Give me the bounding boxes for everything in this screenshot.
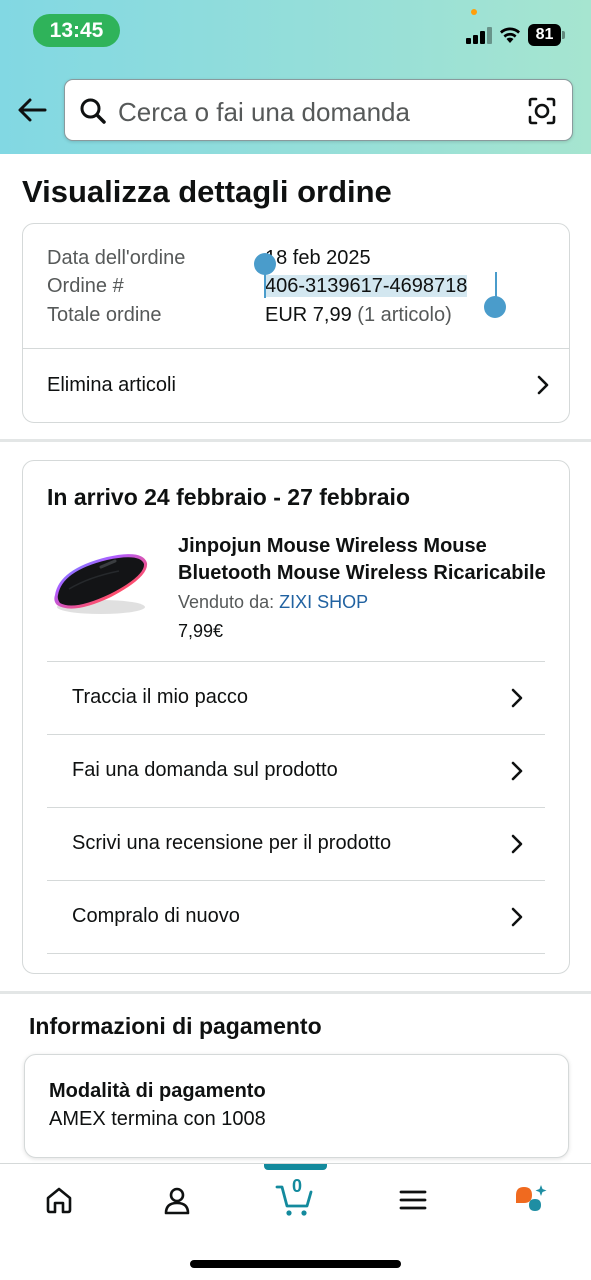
order-number-row: Ordine # 406-3139617-4698718 — [47, 273, 468, 299]
delete-items-label: Elimina articoli — [47, 374, 176, 396]
action-label: Compralo di nuovo — [72, 905, 240, 927]
battery-icon: 81 — [528, 24, 566, 46]
tab-rufus[interactable] — [500, 1178, 560, 1222]
battery-level: 81 — [528, 24, 561, 46]
delivery-estimate: In arrivo 24 febbraio - 27 febbraio — [47, 484, 410, 510]
chevron-right-icon — [511, 761, 523, 781]
action-label: Fai una domanda sul prodotto — [72, 759, 338, 781]
cart-count: 0 — [291, 1176, 302, 1196]
chevron-right-icon — [511, 907, 523, 927]
menu-icon — [399, 1190, 427, 1210]
section-separator — [0, 439, 591, 442]
rufus-icon — [516, 1185, 547, 1211]
home-indicator — [190, 1260, 401, 1268]
divider — [47, 953, 545, 954]
order-total-label: Totale ordine — [47, 304, 162, 326]
back-button[interactable] — [14, 92, 50, 128]
order-date-value: 18 feb 2025 — [265, 247, 371, 269]
product-image[interactable] — [49, 547, 153, 619]
tab-account[interactable] — [147, 1178, 207, 1222]
wifi-icon — [500, 27, 520, 43]
write-review-row[interactable]: Scrivi una recensione per il prodotto — [47, 807, 545, 880]
back-arrow-icon — [18, 98, 47, 122]
chevron-right-icon — [511, 834, 523, 854]
order-summary-card: Data dell'ordine 18 feb 2025 Ordine # 40… — [22, 223, 570, 423]
shipment-card: In arrivo 24 febbraio - 27 febbraio Jinp… — [22, 460, 570, 974]
order-date-row: Data dell'ordine 18 feb 2025 — [47, 245, 371, 271]
product-title-line2[interactable]: Bluetooth Mouse Wireless Ricaricabile — [178, 560, 548, 587]
seller-info: Venduto da: ZIXI SHOP — [178, 590, 368, 614]
order-number-label: Ordine # — [47, 275, 124, 297]
chevron-right-icon — [511, 688, 523, 708]
active-tab-indicator — [264, 1164, 327, 1170]
delete-items-link[interactable]: Elimina articoli — [23, 348, 569, 422]
ask-question-row[interactable]: Fai una domanda sul prodotto — [47, 734, 545, 807]
tab-cart[interactable]: 0 — [265, 1176, 325, 1222]
order-date-label: Data dell'ordine — [47, 247, 186, 269]
action-label: Traccia il mio pacco — [72, 686, 248, 708]
home-icon — [46, 1187, 72, 1214]
payment-method-label: Modalità di pagamento — [49, 1080, 266, 1102]
tab-home[interactable] — [29, 1178, 89, 1222]
order-total-row: Totale ordine EUR 7,99 (1 articolo) — [47, 302, 452, 328]
search-bar[interactable]: Cerca o fai una domanda — [64, 79, 573, 141]
payment-method-value: AMEX termina con 1008 — [49, 1108, 266, 1130]
cellular-signal-icon — [466, 27, 492, 44]
action-label: Scrivi una recensione per il prodotto — [72, 832, 392, 854]
account-icon — [164, 1187, 190, 1215]
payment-method-card[interactable]: Modalità di pagamento AMEX termina con 1… — [24, 1054, 569, 1158]
buy-again-row[interactable]: Compralo di nuovo — [47, 880, 545, 953]
selection-end-caret — [495, 272, 497, 298]
order-number-value[interactable]: 406-3139617-4698718 — [265, 275, 468, 297]
chevron-right-icon — [537, 375, 549, 395]
seller-label: Venduto da: — [178, 592, 275, 612]
order-total-value: EUR 7,99 — [265, 304, 352, 326]
camera-lens-icon[interactable] — [527, 96, 557, 126]
page-title: Visualizza dettagli ordine — [22, 174, 392, 209]
privacy-indicator-dot — [471, 9, 477, 15]
section-separator — [0, 991, 591, 994]
payment-section-title: Informazioni di pagamento — [29, 1013, 322, 1039]
seller-link[interactable]: ZIXI SHOP — [279, 592, 368, 612]
tab-menu[interactable] — [383, 1178, 443, 1222]
track-package-row[interactable]: Traccia il mio pacco — [47, 661, 545, 734]
search-icon — [80, 98, 106, 124]
product-price: 7,99€ — [178, 621, 224, 641]
order-total-items: (1 articolo) — [357, 304, 452, 326]
product-title-line1[interactable]: Jinpojun Mouse Wireless Mouse — [178, 533, 548, 560]
search-input[interactable]: Cerca o fai una domanda — [118, 97, 410, 127]
status-time: 13:45 — [33, 14, 120, 47]
selection-start-caret — [264, 272, 266, 298]
selection-end-handle[interactable] — [484, 296, 506, 318]
